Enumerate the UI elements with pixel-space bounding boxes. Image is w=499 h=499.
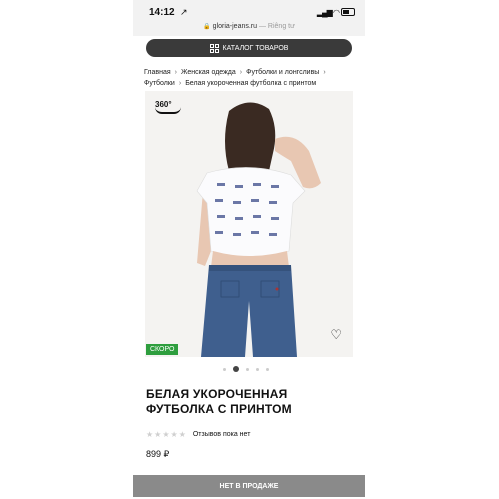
breadcrumb-tshirts[interactable]: Футболки (144, 80, 175, 87)
catalog-label: КАТАЛОГ ТОВАРОВ (222, 44, 289, 52)
breadcrumb-tshirts-longsleeves[interactable]: Футболки и лонгсливы (246, 69, 319, 76)
gallery-dot[interactable] (266, 367, 269, 371)
reviews-text[interactable]: Отзывов пока нет (193, 431, 251, 438)
chevron-right-icon: › (323, 69, 326, 76)
soon-badge: СКОРО (146, 344, 179, 355)
star-rating-icon: ★★★★★ (146, 430, 187, 439)
view-360-icon[interactable]: 360° (155, 100, 181, 114)
product-price: 899 ₽ (146, 449, 170, 459)
catalog-button[interactable]: КАТАЛОГ ТОВАРОВ (146, 39, 352, 57)
breadcrumb-women[interactable]: Женская одежда (181, 69, 236, 76)
signal-icon: ▂▄▆ ◠ (316, 8, 340, 17)
breadcrumb-home[interactable]: Главная (144, 69, 171, 76)
buy-button[interactable]: НЕТ В ПРОДАЖЕ (133, 475, 365, 497)
model-photo (145, 91, 353, 357)
gallery-dot-active[interactable] (233, 366, 239, 372)
location-arrow-icon: ↗ (180, 7, 188, 17)
battery-icon (341, 8, 355, 16)
clock: 14:12 (149, 7, 175, 18)
gallery-dot[interactable] (246, 367, 249, 371)
product-title: БЕЛАЯ УКОРОЧЕННАЯ ФУТБОЛКА С ПРИНТОМ (146, 387, 292, 416)
breadcrumb-current: Белая укороченная футболка с принтом (185, 80, 317, 87)
heart-icon[interactable]: ♡ (330, 327, 342, 343)
lock-icon: 🔒 (203, 24, 211, 30)
buy-button-label: НЕТ В ПРОДАЖЕ (219, 482, 279, 490)
gallery-dot[interactable] (256, 367, 259, 371)
gallery-dot[interactable] (223, 367, 226, 371)
phone-screen: 14:12 ↗ ▂▄▆ ◠ 🔒 gloria-jeans.ru — Riêng t… (133, 0, 365, 499)
chevron-right-icon: › (239, 69, 243, 76)
chevron-right-icon: › (178, 80, 182, 87)
breadcrumb: Главная › Женская одежда › Футболки и лонгсл… (144, 67, 356, 89)
product-image[interactable]: 360° ♡ СКОРО (145, 91, 353, 357)
url-bar[interactable]: 🔒 gloria-jeans.ru — Riêng tư (133, 22, 365, 36)
view-360-label: 360° (155, 100, 172, 109)
url-domain: gloria-jeans.ru (212, 23, 258, 30)
grid-icon (209, 43, 219, 53)
url-subtitle: — Riêng tư (258, 23, 295, 30)
gallery-dots (223, 366, 269, 372)
rating-row: ★★★★★ Отзывов пока нет (146, 430, 250, 439)
chevron-right-icon: › (174, 69, 177, 76)
status-bar: 14:12 ↗ ▂▄▆ ◠ (133, 0, 365, 22)
